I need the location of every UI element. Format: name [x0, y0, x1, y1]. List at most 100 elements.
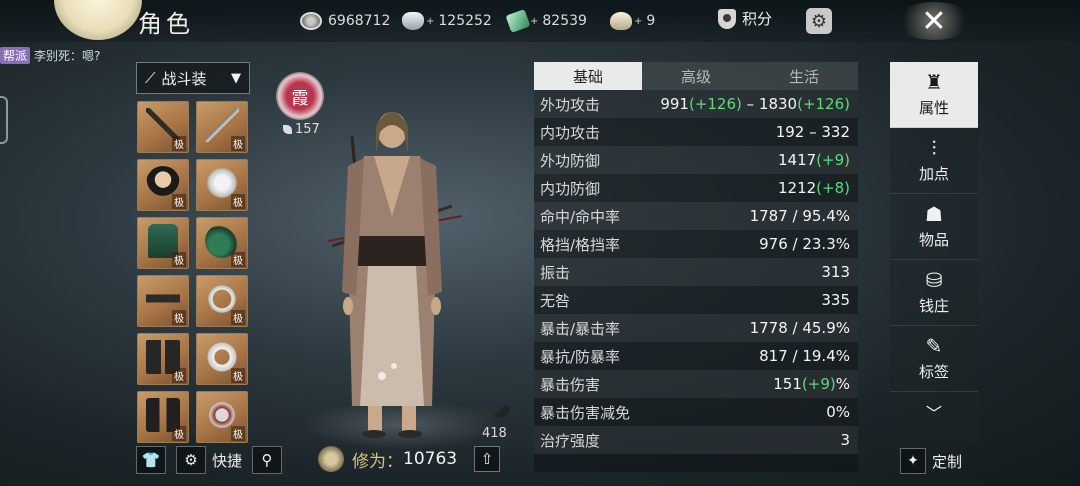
- stat-value-part: 3: [840, 431, 850, 449]
- quick-settings-button[interactable]: ⚙: [176, 446, 206, 474]
- copper-coin-icon: [300, 12, 322, 30]
- side-menu-item-3[interactable]: ⛁ 钱庄: [890, 260, 978, 326]
- equip-slot-bracelet[interactable]: 极: [196, 275, 248, 327]
- upgrade-button[interactable]: ⇧: [474, 446, 500, 472]
- stat-row[interactable]: 无咎 335: [534, 286, 858, 314]
- stat-row[interactable]: 格挡/格挡率 976 / 23.3%: [534, 230, 858, 258]
- tier-badge: 极: [172, 136, 186, 151]
- stats-panel: 基础 高级 生活 外功攻击 991(+126) – 1830(+126) 内功攻击 192…: [534, 62, 858, 472]
- stat-row[interactable]: 暴抗/防暴率 817 / 19.4%: [534, 342, 858, 370]
- wardrobe-button[interactable]: 👕: [136, 446, 166, 474]
- stat-row[interactable]: 暴击伤害减免 0%: [534, 398, 858, 426]
- cultivation-bar[interactable]: 修为： 10763: [318, 445, 457, 473]
- shirt-icon: 👕: [141, 451, 161, 469]
- stat-value: 1417(+9): [778, 151, 850, 169]
- stat-name: 格挡/格挡率: [540, 235, 621, 254]
- inspect-button[interactable]: ⚲: [252, 446, 283, 474]
- stat-row[interactable]: 外功攻击 991(+126) – 1830(+126): [534, 90, 858, 118]
- equip-slot-chest[interactable]: 极: [137, 217, 189, 269]
- stat-row[interactable]: 暴击伤害 151(+9)%: [534, 370, 858, 398]
- butterfly-pet-icon[interactable]: [474, 396, 514, 422]
- equip-slot-pants[interactable]: 极: [137, 333, 189, 385]
- tab-0[interactable]: 基础: [534, 62, 642, 90]
- score-button[interactable]: 积分: [718, 8, 772, 29]
- silver-tael-counter[interactable]: + 125252: [402, 10, 492, 32]
- stat-row[interactable]: 内功防御 1212(+8): [534, 174, 858, 202]
- tier-badge: 极: [231, 368, 245, 383]
- customize-button[interactable]: ✦ 定制: [900, 448, 962, 474]
- equipment-toolbar: 👕 ⚙ 快捷 ⚲: [136, 446, 283, 474]
- equip-slot-belt[interactable]: 极: [137, 275, 189, 327]
- gold-ingot-counter[interactable]: + 9: [610, 10, 655, 32]
- stat-row[interactable]: 暴击/暴击率 1778 / 45.9%: [534, 314, 858, 342]
- chevron-down-icon: ▼: [231, 70, 241, 86]
- stat-row[interactable]: 振击 313: [534, 258, 858, 286]
- add-icon[interactable]: +: [634, 16, 642, 27]
- stat-name: 外功攻击: [540, 95, 601, 114]
- close-button[interactable]: ✕: [906, 0, 962, 42]
- quick-label: 快捷: [212, 451, 243, 470]
- tier-badge: 极: [172, 310, 186, 325]
- equip-slot-accessory[interactable]: 极: [196, 159, 248, 211]
- bag-icon: ☗: [925, 202, 943, 226]
- stat-value: 1212(+8): [778, 179, 850, 197]
- tab-2[interactable]: 生活: [750, 62, 858, 90]
- stat-value-part: 1787 / 95.4%: [749, 207, 850, 225]
- stat-value-part: 1778 / 45.9%: [749, 319, 850, 337]
- stat-value-part: 976 / 23.3%: [759, 235, 850, 253]
- side-menu-item-0[interactable]: ♜ 属性: [890, 62, 978, 128]
- gear-icon: ⚙: [184, 451, 198, 469]
- stat-row[interactable]: 内功攻击 192 – 332: [534, 118, 858, 146]
- close-icon: ✕: [921, 3, 947, 39]
- add-icon[interactable]: +: [426, 16, 434, 27]
- stat-name: 暴抗/防暴率: [540, 347, 621, 366]
- stats-list: 外功攻击 991(+126) – 1830(+126) 内功攻击 192 – 332 外…: [534, 90, 858, 454]
- chat-line[interactable]: 帮派 李别死：嗯?: [0, 47, 100, 64]
- helmet-icon: ♜: [925, 70, 943, 94]
- stat-row[interactable]: 外功防御 1417(+9): [534, 146, 858, 174]
- stat-value: 1778 / 45.9%: [750, 319, 850, 337]
- equip-slot-gourd[interactable]: 极: [196, 217, 248, 269]
- tier-badge: 极: [231, 252, 245, 267]
- side-menu-item-1[interactable]: ⫶ 加点: [890, 128, 978, 194]
- jade-ticket-counter[interactable]: + 82539: [505, 9, 587, 33]
- side-menu-item-4[interactable]: ✎ 标签: [890, 326, 978, 392]
- outfit-dropdown[interactable]: ⟋ 战斗装 ▼: [136, 62, 250, 94]
- side-menu: ♜ 属性 ⫶ 加点 ☗ 物品 ⛁ 钱庄 ✎ 标签 ﹀: [890, 62, 978, 442]
- equip-slot-weapon[interactable]: 极: [137, 101, 189, 153]
- side-menu-label: 钱庄: [918, 297, 949, 315]
- stat-name: 命中/命中率: [540, 207, 621, 226]
- stat-row[interactable]: 命中/命中率 1787 / 95.4%: [534, 202, 858, 230]
- tier-badge: 极: [231, 310, 245, 325]
- equip-slot-pendant[interactable]: 极: [196, 391, 248, 443]
- jade-ticket-value: 82539: [542, 13, 587, 29]
- stat-row[interactable]: 治疗强度 3: [534, 426, 858, 454]
- equip-slot-ring[interactable]: 极: [196, 333, 248, 385]
- silver-tael-icon: [402, 12, 424, 30]
- left-drawer-handle[interactable]: [0, 96, 8, 144]
- scroll-down-button[interactable]: ﹀: [890, 392, 978, 432]
- settings-gear-button[interactable]: ⚙: [806, 8, 832, 34]
- tier-badge: 极: [172, 252, 186, 267]
- equip-slot-boots[interactable]: 极: [137, 391, 189, 443]
- stat-bonus: (+126): [688, 95, 742, 113]
- arrow-up-icon: ⇧: [480, 450, 494, 468]
- magic-wand-icon: ✦: [900, 448, 926, 474]
- pet-count: 418: [482, 426, 507, 441]
- tier-badge: 极: [172, 194, 186, 209]
- side-menu-item-2[interactable]: ☗ 物品: [890, 194, 978, 260]
- silver-tael-value: 125252: [438, 13, 492, 29]
- cultivation-value: 10763: [403, 449, 458, 469]
- stat-value: 991(+126) – 1830(+126): [660, 95, 850, 113]
- equip-slot-head[interactable]: 极: [137, 159, 189, 211]
- tab-1[interactable]: 高级: [642, 62, 750, 90]
- chevron-down-icon: ﹀: [925, 404, 942, 423]
- stat-value: 335: [821, 291, 850, 309]
- stat-value-part: 313: [821, 263, 850, 281]
- add-icon[interactable]: +: [530, 16, 538, 27]
- character-model[interactable]: [312, 96, 472, 446]
- moon-decoration: [54, 0, 142, 40]
- stat-bonus: (+9): [801, 375, 836, 393]
- stat-name: 振击: [540, 263, 571, 282]
- equip-slot-secondary-weapon[interactable]: 极: [196, 101, 248, 153]
